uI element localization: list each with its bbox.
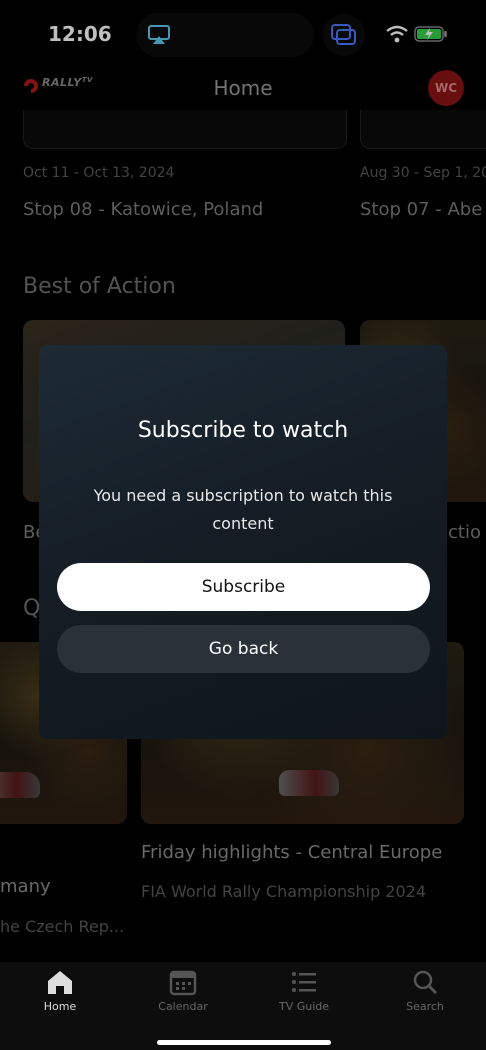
nav-label: Home [43, 1000, 77, 1013]
modal-message: You need a subscription to watch this co… [93, 486, 393, 533]
home-icon [45, 968, 75, 996]
nav-item-home[interactable]: Home [10, 968, 110, 1013]
nav-label: Search [406, 1000, 444, 1013]
search-icon [410, 968, 440, 996]
calendar-icon [168, 968, 198, 996]
nav-label: TV Guide [278, 1000, 330, 1013]
home-indicator[interactable] [157, 1040, 331, 1045]
go-back-button[interactable]: Go back [57, 625, 430, 673]
nav-item-tv-guide[interactable]: TV Guide [254, 968, 354, 1013]
subscribe-button[interactable]: Subscribe [57, 563, 430, 611]
subscribe-modal [39, 345, 447, 739]
list-icon [289, 968, 319, 996]
nav-label: Calendar [158, 1000, 208, 1013]
nav-item-search[interactable]: Search [375, 968, 475, 1013]
modal-title: Subscribe to watch [137, 418, 349, 443]
nav-item-calendar[interactable]: Calendar [133, 968, 233, 1013]
